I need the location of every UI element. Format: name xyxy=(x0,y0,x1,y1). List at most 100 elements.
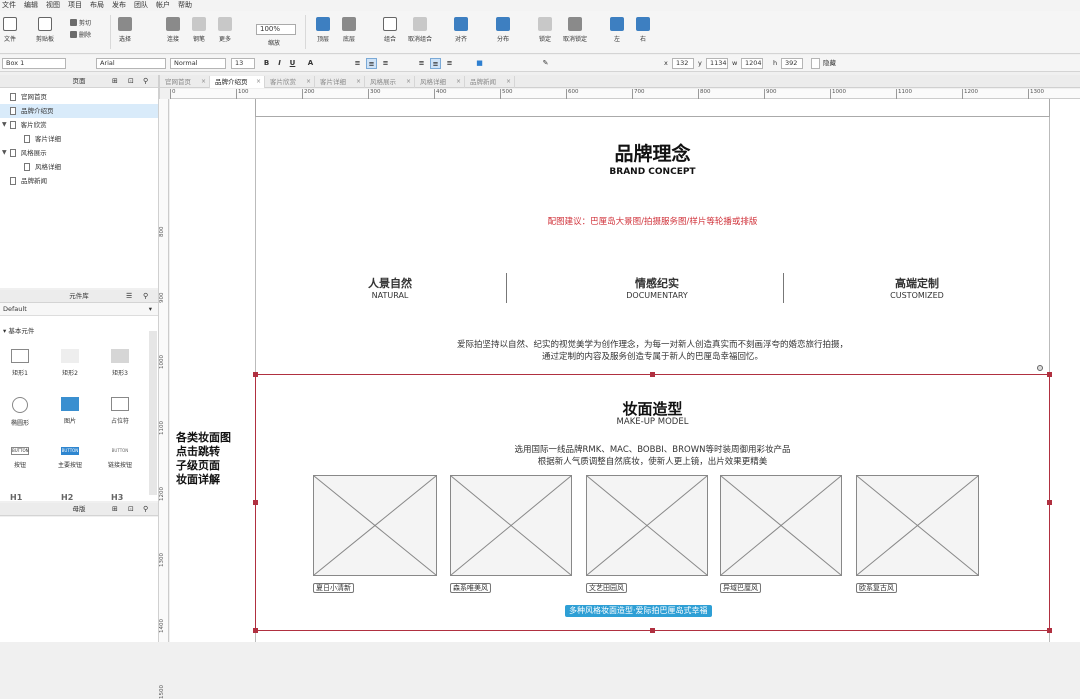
resize-handle[interactable] xyxy=(253,628,258,633)
font-size-select[interactable]: 13 xyxy=(231,58,255,69)
widget-ellipse[interactable]: 椭圆形 xyxy=(0,397,40,427)
close-icon[interactable]: × xyxy=(506,76,511,88)
text-color-icon[interactable]: A xyxy=(305,58,316,69)
style-banner[interactable]: 多种风格妆面造型·爱际拍巴厘岛式幸福 xyxy=(565,605,712,617)
library-scrollbar[interactable] xyxy=(149,331,157,495)
close-icon[interactable]: × xyxy=(406,76,411,88)
bold-button[interactable]: B xyxy=(261,58,272,69)
search-icon[interactable]: ⚲ xyxy=(143,75,148,88)
page-item-style[interactable]: ▼ 风格展示 xyxy=(0,146,158,160)
cut-button[interactable]: 剪切 xyxy=(70,18,91,27)
search-icon[interactable]: ⚲ xyxy=(143,503,148,516)
hidden-checkbox[interactable] xyxy=(811,58,820,69)
add-folder-icon[interactable]: ⊡ xyxy=(128,503,134,516)
tab-brand[interactable]: 品牌介绍页 × xyxy=(210,76,265,88)
chevron-down-icon[interactable]: ▼ xyxy=(2,118,7,132)
clipboard-button[interactable]: 剪贴板 xyxy=(36,17,54,43)
widget-link-button[interactable]: BUTTON 链接按钮 xyxy=(100,447,140,469)
rotate-handle[interactable] xyxy=(1037,365,1043,371)
style-caption[interactable]: 欧系复古风 xyxy=(856,583,897,593)
category-header[interactable]: ▾ 基本元件 xyxy=(3,325,34,335)
widget-button[interactable]: BUTTON 按钮 xyxy=(0,447,40,469)
align-left-icon[interactable]: ≡ xyxy=(352,58,363,69)
widget-primary-button[interactable]: BUTTON 主要按钮 xyxy=(50,447,90,469)
valign-middle-icon[interactable]: ≡ xyxy=(430,58,441,69)
style-caption[interactable]: 夏日小清新 xyxy=(313,583,354,593)
resize-handle[interactable] xyxy=(253,500,258,505)
pen-button[interactable]: 钢笔 xyxy=(192,17,206,43)
group-button[interactable]: 组合 xyxy=(383,17,397,43)
border-color-icon[interactable]: ✎ xyxy=(540,58,551,69)
widget-image[interactable]: 图片 xyxy=(50,397,90,425)
align-button[interactable]: 对齐 xyxy=(454,17,468,43)
valign-top-icon[interactable]: ≡ xyxy=(416,58,427,69)
menu-file[interactable]: 文件 xyxy=(2,0,16,11)
chevron-down-icon[interactable]: ▼ xyxy=(2,146,7,160)
tab-home[interactable]: 官网首页 × xyxy=(160,76,210,88)
page-item-home[interactable]: 官网首页 xyxy=(0,90,158,104)
widget-rect1[interactable]: 矩形1 xyxy=(0,349,40,377)
fill-color-icon[interactable]: ■ xyxy=(474,58,485,69)
menu-team[interactable]: 团队 xyxy=(134,0,148,11)
tab-gallery[interactable]: 客片欣赏 × xyxy=(265,76,315,88)
page-item-brand[interactable]: 品牌介绍页 xyxy=(0,104,158,118)
close-icon[interactable]: × xyxy=(356,76,361,88)
heading2-widget[interactable]: H2 xyxy=(61,493,73,501)
menu-account[interactable]: 帐户 xyxy=(156,0,170,11)
italic-button[interactable]: I xyxy=(274,58,285,69)
underline-button[interactable]: U xyxy=(287,58,298,69)
right-button[interactable]: 右 xyxy=(636,17,650,43)
ungroup-button[interactable]: 取消组合 xyxy=(408,17,432,43)
more-button[interactable]: 更多 xyxy=(218,17,232,43)
menu-layout[interactable]: 布局 xyxy=(90,0,104,11)
menu-edit[interactable]: 编辑 xyxy=(24,0,38,11)
font-family-select[interactable]: Arial xyxy=(96,58,166,69)
resize-handle[interactable] xyxy=(650,372,655,377)
menu-publish[interactable]: 发布 xyxy=(112,0,126,11)
close-icon[interactable]: × xyxy=(306,76,311,88)
heading3-widget[interactable]: H3 xyxy=(111,493,123,501)
select-button[interactable]: 选择 xyxy=(118,17,132,43)
resize-handle[interactable] xyxy=(253,372,258,377)
style-caption[interactable]: 文艺田园风 xyxy=(586,583,627,593)
tab-style[interactable]: 风格展示 × xyxy=(365,76,415,88)
resize-handle[interactable] xyxy=(1047,372,1052,377)
zoom-select[interactable]: 100% xyxy=(256,24,296,35)
style-image-placeholder[interactable] xyxy=(586,475,708,576)
y-field[interactable]: 1134 xyxy=(706,58,728,69)
widget-rect2[interactable]: 矩形2 xyxy=(50,349,90,377)
align-center-icon[interactable]: ≡ xyxy=(366,58,377,69)
connect-button[interactable]: 连接 xyxy=(166,17,180,43)
close-icon[interactable]: × xyxy=(201,76,206,88)
resize-handle[interactable] xyxy=(1047,628,1052,633)
file-button[interactable]: 文件 xyxy=(3,17,17,43)
style-image-placeholder[interactable] xyxy=(450,475,572,576)
style-image-placeholder[interactable] xyxy=(313,475,437,576)
menu-view[interactable]: 视图 xyxy=(46,0,60,11)
valign-bottom-icon[interactable]: ≡ xyxy=(444,58,455,69)
heading1-widget[interactable]: H1 xyxy=(10,493,22,501)
lock-button[interactable]: 锁定 xyxy=(538,17,552,43)
page-item-style-detail[interactable]: 风格详细 xyxy=(0,160,158,174)
style-image-placeholder[interactable] xyxy=(856,475,979,576)
add-master-icon[interactable]: ⊞ xyxy=(112,503,118,516)
left-button[interactable]: 左 xyxy=(610,17,624,43)
h-field[interactable]: 392 xyxy=(781,58,803,69)
page-item-gallery[interactable]: ▼ 客片欣赏 xyxy=(0,118,158,132)
distribute-button[interactable]: 分布 xyxy=(496,17,510,43)
add-folder-icon[interactable]: ⊡ xyxy=(128,75,134,88)
style-caption[interactable]: 森系唯美风 xyxy=(450,583,491,593)
page-item-gallery-detail[interactable]: 客片详细 xyxy=(0,132,158,146)
design-canvas[interactable]: 品牌理念 BRAND CONCEPT 配图建议：巴厘岛大景图/拍摄服务图/样片等… xyxy=(170,99,1080,642)
library-select[interactable]: Default ▾ xyxy=(0,303,158,316)
bring-top-button[interactable]: 顶层 xyxy=(316,17,330,43)
x-field[interactable]: 132 xyxy=(672,58,694,69)
menu-project[interactable]: 项目 xyxy=(68,0,82,11)
delete-button[interactable]: 删除 xyxy=(70,30,91,39)
align-right-icon[interactable]: ≡ xyxy=(380,58,391,69)
widget-rect3[interactable]: 矩形3 xyxy=(100,349,140,377)
font-style-select[interactable]: Normal xyxy=(170,58,226,69)
close-icon[interactable]: × xyxy=(256,76,261,88)
w-field[interactable]: 1204 xyxy=(741,58,763,69)
send-bottom-button[interactable]: 底层 xyxy=(342,17,356,43)
